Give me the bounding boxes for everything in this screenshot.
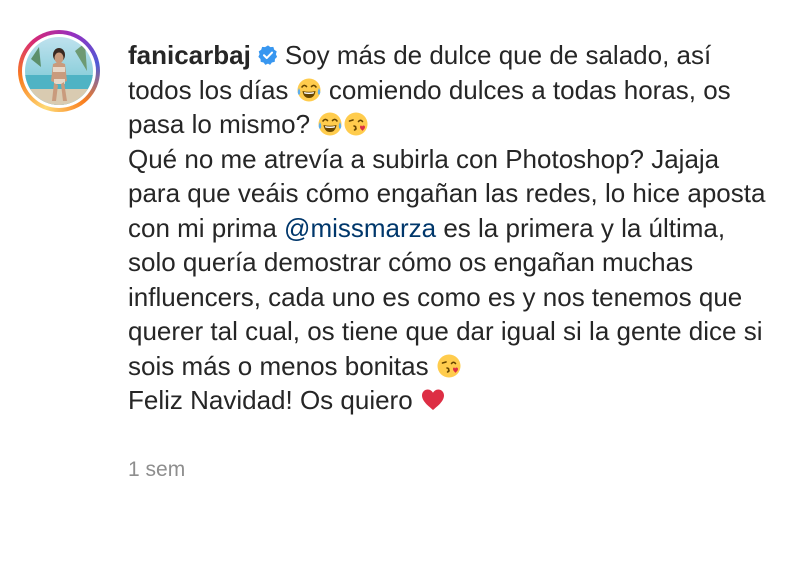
- avatar-frame: [22, 34, 96, 108]
- red-heart-emoji: [420, 387, 446, 413]
- tears-of-joy-emoji: [296, 77, 322, 103]
- timestamp[interactable]: 1 sem: [128, 458, 776, 482]
- mention-link[interactable]: @missmarza: [284, 213, 436, 243]
- face-blowing-kiss-emoji: [436, 353, 462, 379]
- face-blowing-kiss-emoji: [343, 111, 369, 137]
- username-link[interactable]: fanicarbaj: [128, 40, 251, 70]
- comment-post: fanicarbaj Soy más de dulce que de salado…: [18, 30, 778, 482]
- caption-paragraph-2: Qué no me atrevía a subirla con Photosho…: [128, 142, 776, 384]
- caption-paragraph-3: Feliz Navidad! Os quiero: [128, 383, 776, 418]
- avatar[interactable]: [25, 37, 93, 105]
- tears-of-joy-emoji: [317, 111, 343, 137]
- comment-content: fanicarbaj Soy más de dulce que de salado…: [128, 30, 776, 482]
- caption: fanicarbaj Soy más de dulce que de salado…: [128, 38, 776, 142]
- verified-badge-icon: [258, 45, 277, 65]
- avatar-story-ring[interactable]: [18, 30, 100, 112]
- caption-text-3: Feliz Navidad! Os quiero: [128, 385, 420, 415]
